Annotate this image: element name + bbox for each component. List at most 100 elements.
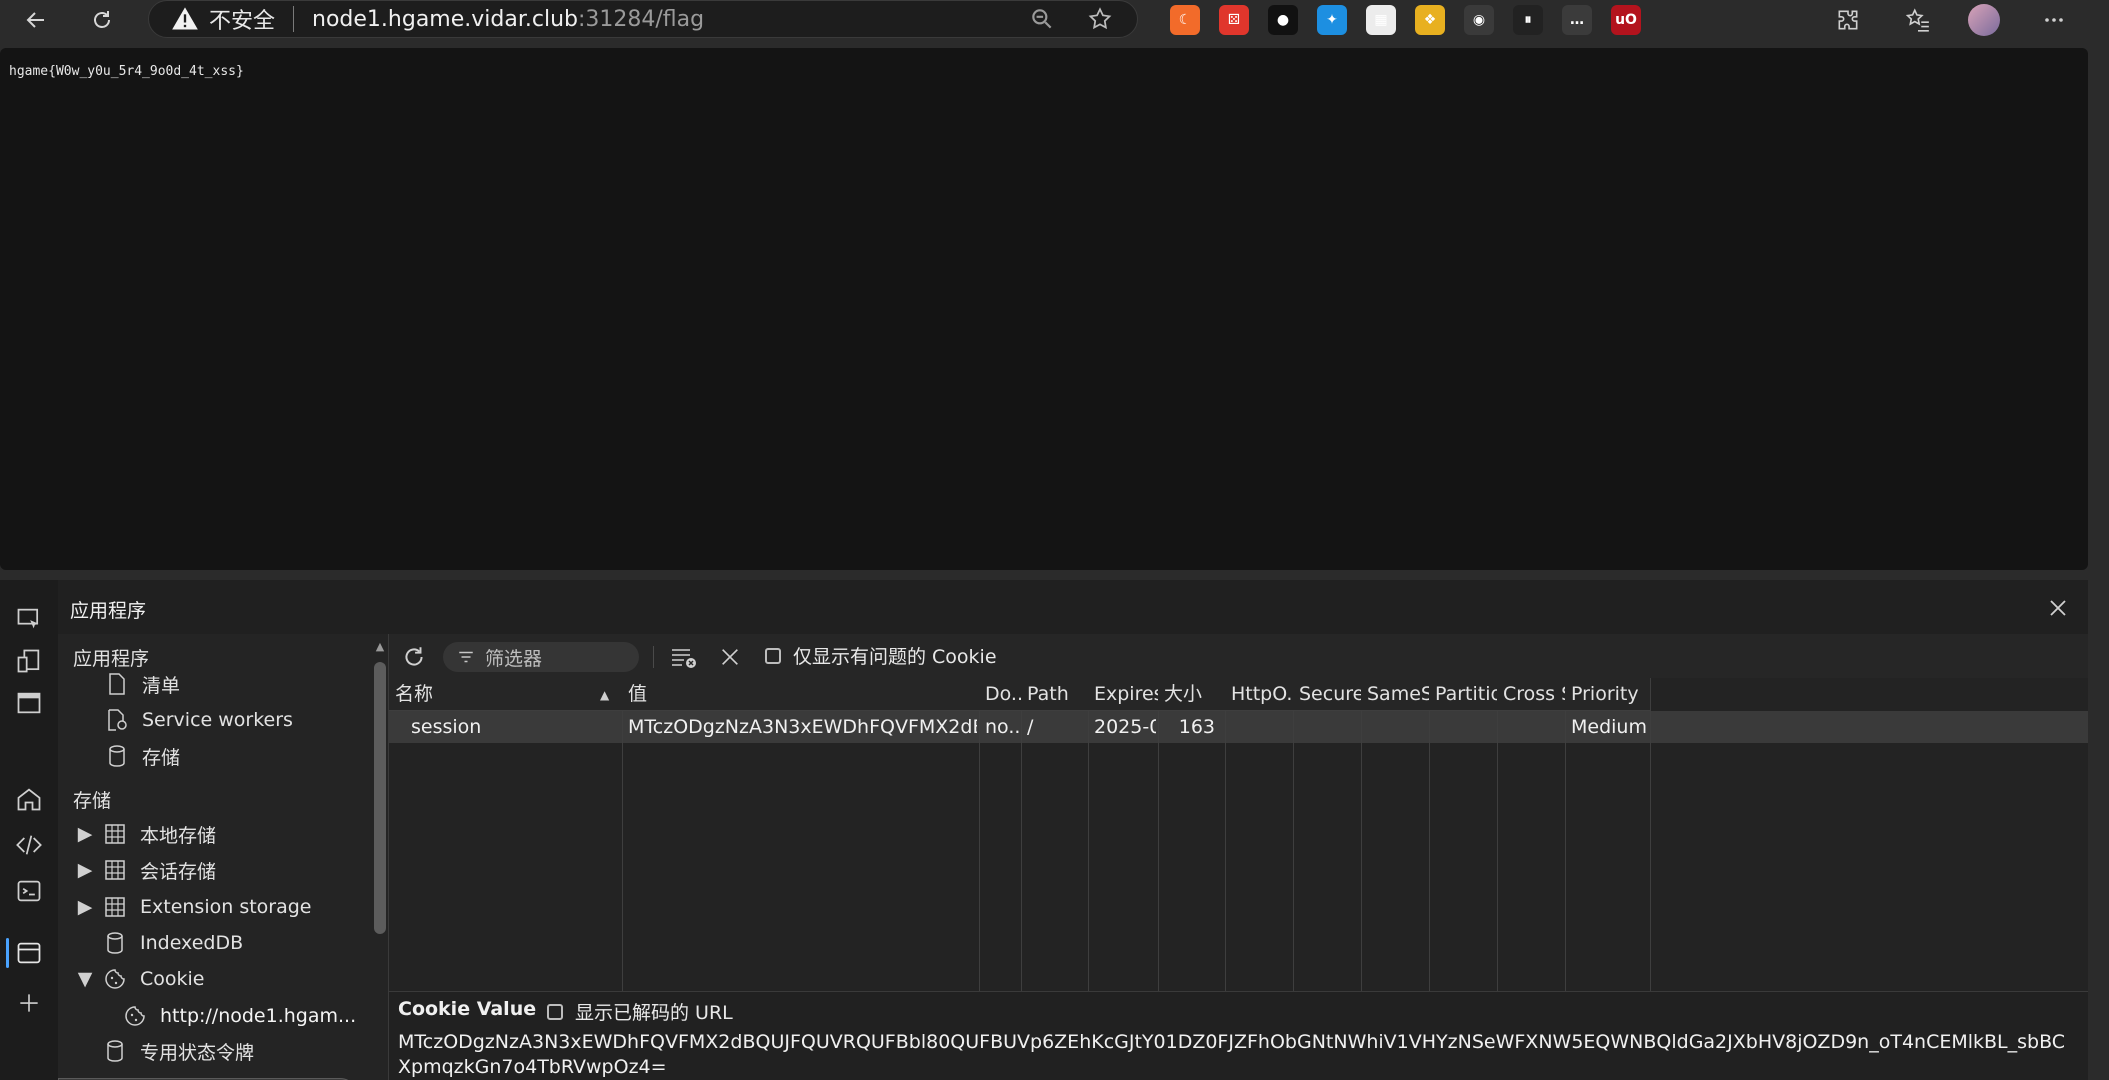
pause-extension-icon[interactable]: ⏸ [1513,5,1543,35]
column-header[interactable]: Cross S... [1497,678,1565,711]
column-header[interactable]: 值 [622,678,979,711]
show-decoded-checkbox[interactable] [547,1003,563,1020]
tree-section-storage[interactable]: 存储 [73,782,111,816]
refresh-button[interactable] [84,4,120,36]
application-tool-button[interactable] [10,934,48,972]
filter-input[interactable]: 筛选器 [443,642,639,672]
tree-item-private-state-tokens[interactable]: 专用状态令牌 [102,1034,254,1068]
more-menu-button[interactable] [2036,4,2072,36]
database-icon [102,930,128,956]
column-header[interactable]: 大小 [1158,678,1225,711]
ublock-origin-icon[interactable]: uO [1611,5,1641,35]
cookie-value-title: Cookie Value [398,998,537,1020]
devtools-panel: 应用程序 ▲ 应用程序 清单 Service workers 存储 存储 ▶ 本… [0,580,2088,1080]
table-icon [102,894,128,920]
tree-item-cookie[interactable]: ▼ Cookie [78,962,205,996]
elements-tool-button[interactable] [10,826,48,864]
zoom-icon[interactable] [1029,6,1055,32]
qr-code-icon[interactable]: ▦ [1366,5,1396,35]
device-emulation-button[interactable] [10,642,48,680]
tree-item-extension-storage[interactable]: ▶ Extension storage [78,890,312,924]
column-header[interactable]: Priority [1565,678,1650,711]
cell-size[interactable]: 163 [1158,711,1223,743]
column-header[interactable]: Expires... [1088,678,1158,711]
delete-all-cookies-button[interactable] [715,642,745,672]
application-icon [17,942,41,964]
more-tools-button[interactable] [10,984,48,1022]
cell-domain[interactable]: no... [979,711,1019,743]
dice-extension-icon[interactable]: ⚄ [1219,5,1249,35]
tree-item-indexeddb[interactable]: IndexedDB [102,926,243,960]
show-decoded-url-toggle[interactable]: 显示已解码的 URL [547,998,733,1025]
expand-triangle-icon[interactable]: ▶ [78,823,93,845]
cat-extension-icon[interactable]: ❖ [1415,5,1445,35]
address-bar[interactable]: 不安全 node1.hgame.vidar.club:31284/flag [148,0,1138,38]
sort-ascending-icon[interactable]: ▲ [600,688,609,702]
column-header[interactable]: Partitio... [1429,678,1497,711]
filter-placeholder: 筛选器 [485,647,543,670]
column-divider [1225,678,1294,991]
cookie-icon [122,1003,148,1029]
tree-item-label: 会话存储 [140,860,217,883]
tree-item-storage-overview[interactable]: 存储 [104,739,180,773]
column-header[interactable]: SameSi... [1361,678,1429,711]
service-worker-icon [104,707,130,733]
dock-icon [17,692,41,714]
tree-item-label: 清单 [142,674,181,697]
devtools-title: 应用程序 [70,600,147,622]
cell-path[interactable]: / [1021,711,1086,743]
chat-extension-icon[interactable]: … [1562,5,1592,35]
column-header[interactable]: 名称 [389,678,622,711]
extensions-puzzle-button[interactable] [1830,4,1866,36]
favorite-star-icon[interactable] [1087,6,1113,32]
file-icon [104,671,130,697]
devtools-close-button[interactable] [2040,590,2076,626]
column-header[interactable]: HttpO... [1225,678,1293,711]
tree-item-cookie-origin[interactable]: http://node1.hgam... [122,999,356,1033]
expand-triangle-icon[interactable]: ▶ [78,896,93,918]
cell-name[interactable]: session [389,711,620,743]
dock-side-button[interactable] [10,684,48,722]
console-tool-button[interactable] [10,872,48,910]
scroll-up-arrow-icon[interactable]: ▲ [374,640,386,654]
tree-item-session-storage[interactable]: ▶ 会话存储 [78,853,216,887]
tree-item-label: 本地存储 [140,824,217,847]
back-button[interactable] [18,4,54,36]
cell-expires[interactable]: 2025-0... [1088,711,1156,743]
expand-triangle-icon[interactable]: ▶ [78,859,93,881]
cookies-toolbar: 筛选器 仅显示有问题的 Cookie [389,634,2088,679]
filter-icon [459,651,473,663]
cookie-value-text[interactable]: MTczODgzNzA3N3xEWDhFQVFMX2dBQUJFQUVRQUFB… [398,1030,2078,1080]
collapse-triangle-icon[interactable]: ▼ [78,968,93,990]
tree-item-local-storage[interactable]: ▶ 本地存储 [78,817,216,851]
dark-reader-icon[interactable]: ☾ [1170,5,1200,35]
only-show-issues-toggle[interactable]: 仅显示有问题的 Cookie [765,642,997,669]
column-header[interactable]: Do... [979,678,1021,711]
column-header[interactable]: Secure [1293,678,1361,711]
tree-item-service-workers[interactable]: Service workers [104,703,293,737]
tree-scrollbar[interactable] [374,662,386,934]
tree-item-manifest[interactable]: 清单 [104,667,180,701]
refresh-cookies-button[interactable] [399,642,429,672]
circle-extension-icon[interactable]: ● [1268,5,1298,35]
column-divider [1293,678,1362,991]
insecure-label: 不安全 [209,9,276,34]
plus-icon [20,994,38,1012]
column-divider [1497,678,1566,991]
favorites-button[interactable] [1900,4,1936,36]
column-header[interactable]: Path [1021,678,1088,711]
tree-item-label: 专用状态令牌 [140,1041,255,1064]
welcome-home-button[interactable] [10,780,48,818]
profile-avatar[interactable] [1968,4,2000,36]
tree-item-label: IndexedDB [140,932,244,954]
inspect-element-button[interactable] [10,600,48,638]
clear-filtered-cookies-button[interactable] [669,642,699,672]
cell-priority[interactable]: Medium [1565,711,1648,743]
only-issues-checkbox[interactable] [765,647,781,664]
cell-value[interactable]: MTczODgzNzA3N3xEWDhFQVFMX2dBQUJFQUVRQ... [622,711,977,743]
devtools-activity-bar [0,580,58,1080]
column-divider [1429,678,1498,991]
bird-extension-icon[interactable]: ✦ [1317,5,1347,35]
tampermonkey-icon[interactable]: ◉ [1464,5,1494,35]
cookies-table: 名称▲ session值MTczODgzNzA3N3xEWDhFQVFMX2dBQ… [389,678,2088,992]
